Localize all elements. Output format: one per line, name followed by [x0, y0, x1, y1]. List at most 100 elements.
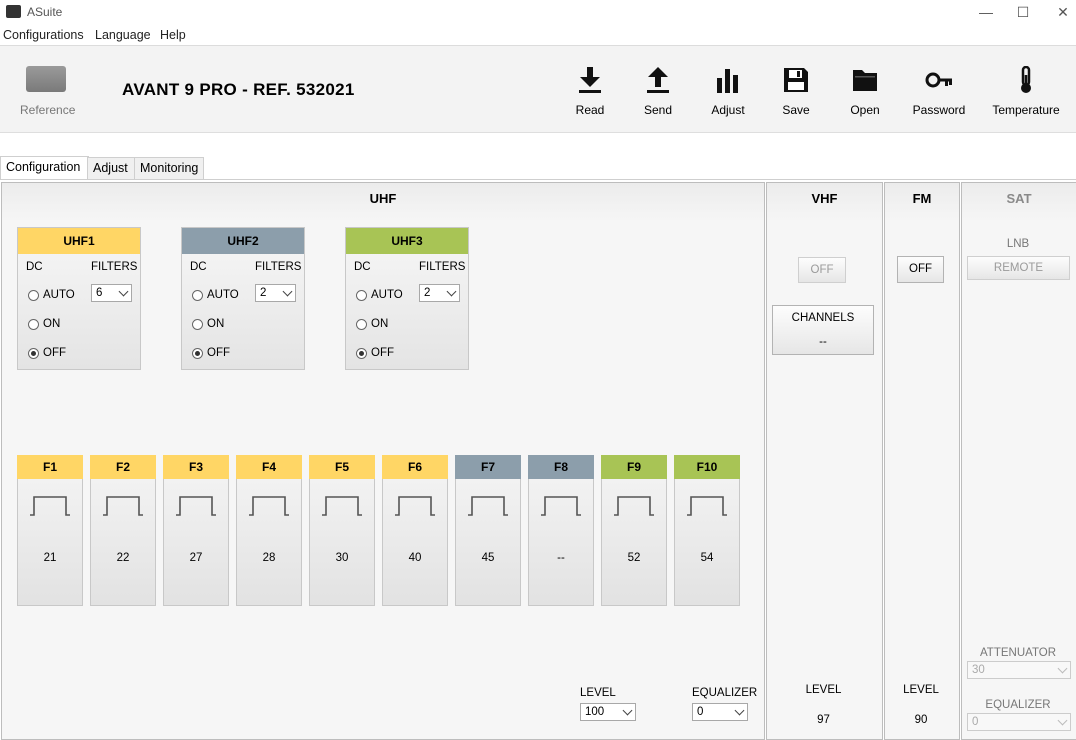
- filter-tile[interactable]: F4 28: [236, 455, 302, 606]
- filter-tile[interactable]: F8 --: [528, 455, 594, 606]
- bandpass-filter-icon: [541, 496, 581, 516]
- uhf3-header: UHF3: [346, 228, 468, 254]
- chevron-down-icon: [446, 286, 457, 297]
- maximize-button[interactable]: ☐: [1003, 0, 1043, 26]
- filter-body: 54: [674, 479, 740, 606]
- uhf1-off-radio[interactable]: [28, 348, 39, 359]
- app-logo-icon: [6, 5, 21, 18]
- download-icon: [579, 67, 601, 93]
- reference-label: Reference: [20, 103, 76, 117]
- upload-icon: [647, 67, 669, 93]
- uhf2-off-radio[interactable]: [192, 348, 203, 359]
- open-button[interactable]: Open: [841, 46, 889, 132]
- tab-adjust[interactable]: Adjust: [87, 157, 135, 179]
- filter-body: 27: [163, 479, 229, 606]
- filter-tile[interactable]: F9 52: [601, 455, 667, 606]
- vhf-off-button[interactable]: OFF: [798, 257, 846, 283]
- filter-tile[interactable]: F10 54: [674, 455, 740, 606]
- vhf-channels-button[interactable]: CHANNELS --: [772, 305, 874, 355]
- read-button[interactable]: Read: [566, 46, 614, 132]
- menu-language[interactable]: Language: [95, 28, 151, 42]
- save-button[interactable]: Save: [772, 46, 820, 132]
- thermometer-icon: [1021, 66, 1031, 93]
- floppy-disk-icon: [784, 68, 808, 92]
- send-label: Send: [643, 103, 673, 117]
- uhf3-filters-select[interactable]: 2: [419, 284, 460, 302]
- temperature-button[interactable]: Temperature: [990, 46, 1062, 132]
- sat-equalizer-select[interactable]: 0: [967, 713, 1071, 731]
- adjust-button[interactable]: Adjust: [704, 46, 752, 132]
- chevron-down-icon: [1057, 715, 1068, 726]
- filter-tile[interactable]: F5 30: [309, 455, 375, 606]
- dc-label: DC: [190, 261, 207, 273]
- chevron-down-icon: [734, 705, 745, 716]
- chevron-down-icon: [282, 286, 293, 297]
- chevron-down-icon: [622, 705, 633, 716]
- password-button[interactable]: Password: [910, 46, 968, 132]
- filter-tile[interactable]: F2 22: [90, 455, 156, 606]
- uhf3-on-radio[interactable]: [356, 319, 367, 330]
- filter-header: F6: [382, 455, 448, 479]
- bar-chart-icon: [717, 69, 738, 93]
- chevron-down-icon: [1057, 663, 1068, 674]
- send-button[interactable]: Send: [634, 46, 682, 132]
- off-label: OFF: [207, 347, 230, 359]
- uhf2-on-radio[interactable]: [192, 319, 203, 330]
- lnb-remote-button[interactable]: REMOTE: [967, 256, 1070, 280]
- auto-label: AUTO: [207, 289, 239, 301]
- vhf-level-value: 97: [817, 714, 830, 726]
- uhf1-header: UHF1: [18, 228, 140, 254]
- uhf-level-select[interactable]: 100: [580, 703, 636, 721]
- attenuator-select[interactable]: 30: [967, 661, 1071, 679]
- uhf2-auto-radio[interactable]: [192, 290, 203, 301]
- uhf1-box: UHF1 DC FILTERS 6 AUTO ON OFF: [17, 227, 141, 370]
- filter-tile[interactable]: F1 21: [17, 455, 83, 606]
- filter-body: 21: [17, 479, 83, 606]
- bandpass-filter-icon: [249, 496, 289, 516]
- bandpass-filter-icon: [30, 496, 70, 516]
- filter-header: F3: [163, 455, 229, 479]
- filter-tile[interactable]: F3 27: [163, 455, 229, 606]
- uhf3-auto-radio[interactable]: [356, 290, 367, 301]
- uhf-equalizer-label: EQUALIZER: [692, 687, 758, 699]
- filter-body: 52: [601, 479, 667, 606]
- on-label: ON: [207, 318, 225, 330]
- on-label: ON: [43, 318, 61, 330]
- uhf1-auto-radio[interactable]: [28, 290, 39, 301]
- filter-channel-value: 30: [335, 552, 349, 564]
- bandpass-filter-icon: [395, 496, 435, 516]
- tab-monitoring[interactable]: Monitoring: [134, 157, 204, 179]
- close-button[interactable]: ✕: [1043, 0, 1076, 26]
- vhf-title: VHF: [811, 191, 838, 206]
- bandpass-filter-icon: [103, 496, 143, 516]
- fm-off-button[interactable]: OFF: [897, 256, 944, 283]
- filter-header: F4: [236, 455, 302, 479]
- fm-level-label: LEVEL: [903, 684, 939, 696]
- menu-configurations[interactable]: Configurations: [3, 28, 84, 42]
- tab-configuration[interactable]: Configuration: [0, 156, 89, 179]
- filter-body: 22: [90, 479, 156, 606]
- uhf1-on-radio[interactable]: [28, 319, 39, 330]
- filter-tile[interactable]: F6 40: [382, 455, 448, 606]
- filter-tile[interactable]: F7 45: [455, 455, 521, 606]
- device-reference-image[interactable]: [26, 66, 66, 92]
- minimize-button[interactable]: —: [966, 0, 1006, 26]
- uhf-equalizer-select[interactable]: 0: [692, 703, 748, 721]
- filter-body: 28: [236, 479, 302, 606]
- uhf3-off-radio[interactable]: [356, 348, 367, 359]
- sat-panel: SAT LNB REMOTE ATTENUATOR 30 EQUALIZER 0: [961, 182, 1076, 740]
- filter-header: F7: [455, 455, 521, 479]
- filter-channel-value: 22: [116, 552, 130, 564]
- filter-header: F1: [17, 455, 83, 479]
- menu-help[interactable]: Help: [160, 28, 186, 42]
- tab-bar: Configuration Adjust Monitoring: [0, 156, 1076, 180]
- title-bar: ASuite — ☐ ✕: [0, 0, 1076, 26]
- filter-header: F9: [601, 455, 667, 479]
- toolbar: Reference AVANT 9 PRO - REF. 532021 Read…: [0, 46, 1076, 133]
- uhf2-filters-select[interactable]: 2: [255, 284, 296, 302]
- key-icon: [925, 72, 952, 88]
- uhf1-filters-select[interactable]: 6: [91, 284, 132, 302]
- auto-label: AUTO: [43, 289, 75, 301]
- vhf-level-label: LEVEL: [805, 684, 842, 696]
- filter-channel-value: 54: [700, 552, 714, 564]
